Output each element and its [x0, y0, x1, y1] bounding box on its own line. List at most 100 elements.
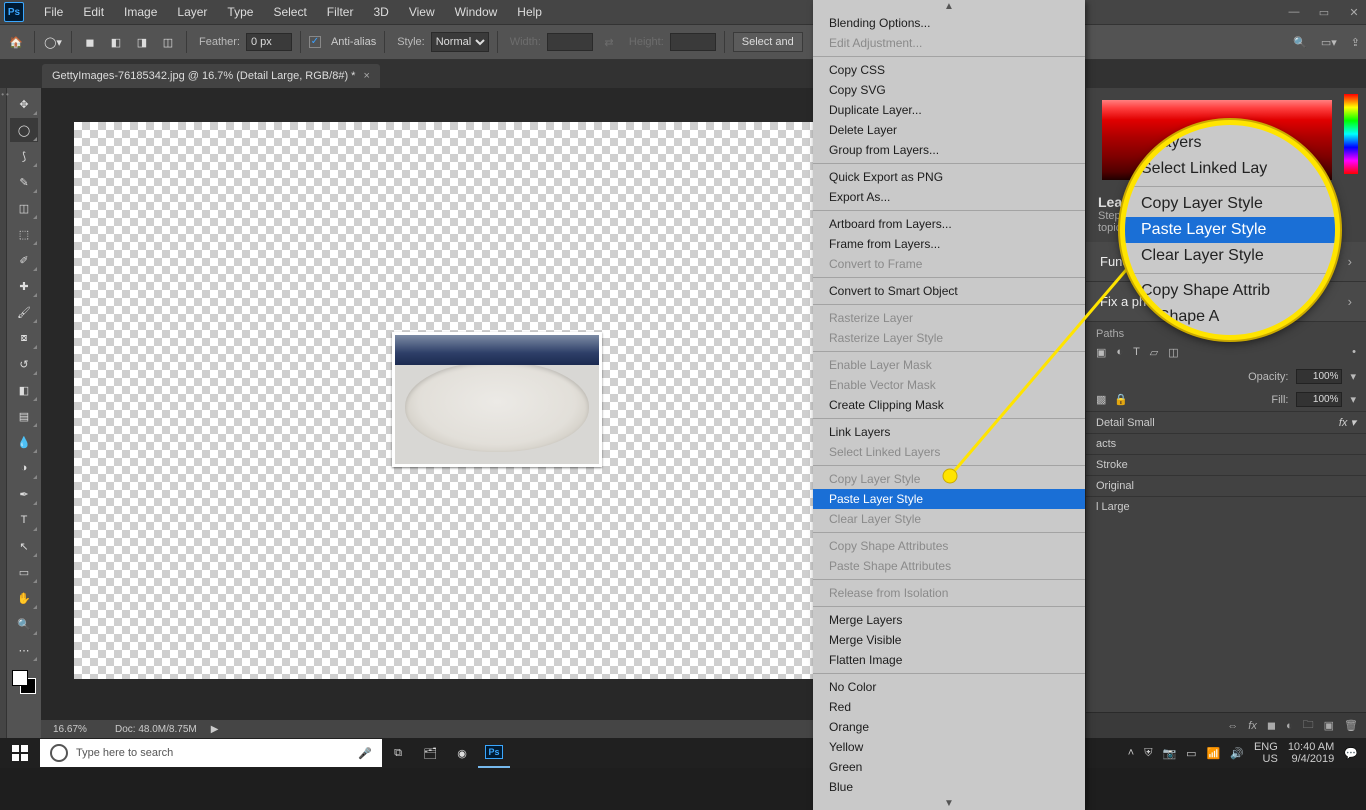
- tray-wifi-icon[interactable]: 📶: [1207, 747, 1221, 760]
- menu-select[interactable]: Select: [263, 1, 316, 23]
- layer-row[interactable]: Original: [1086, 475, 1366, 496]
- hand-tool[interactable]: ✋: [10, 586, 38, 610]
- zoom-level-input[interactable]: [53, 724, 101, 735]
- menu-window[interactable]: Window: [445, 1, 508, 23]
- pen-tool[interactable]: ✒: [10, 482, 38, 506]
- eyedropper-tool[interactable]: ✐: [10, 248, 38, 272]
- layer-row[interactable]: Stroke: [1086, 454, 1366, 475]
- new-layer-icon[interactable]: ▣: [1324, 719, 1334, 732]
- delete-layer-icon[interactable]: 🗑: [1344, 719, 1358, 732]
- close-tab-icon[interactable]: ×: [363, 70, 369, 82]
- status-arrow-icon[interactable]: ▶: [211, 724, 219, 735]
- filter-image-icon[interactable]: ▣: [1096, 346, 1106, 359]
- paths-tab[interactable]: Paths: [1096, 328, 1124, 340]
- close-button[interactable]: ✕: [1346, 6, 1362, 19]
- tray-camera-icon[interactable]: 📷: [1162, 747, 1176, 760]
- antialias-checkbox[interactable]: ✓: [309, 36, 321, 48]
- tray-chevron-icon[interactable]: ˄: [1128, 747, 1134, 759]
- tray-shield-icon[interactable]: ⛨: [1144, 747, 1152, 760]
- menu-edit[interactable]: Edit: [73, 1, 114, 23]
- marquee-shape-icon[interactable]: ◯▾: [43, 32, 63, 52]
- opacity-chevron-icon[interactable]: ▾: [1350, 370, 1356, 383]
- placed-image[interactable]: [392, 332, 602, 467]
- ctx-copy-svg[interactable]: Copy SVG: [813, 80, 1085, 100]
- zoom-tool[interactable]: 🔍: [10, 612, 38, 636]
- layer-mask-icon[interactable]: ◼: [1267, 719, 1276, 732]
- select-and-mask-button[interactable]: Select and: [733, 32, 803, 52]
- menu-type[interactable]: Type: [217, 1, 263, 23]
- layer-row[interactable]: acts: [1086, 433, 1366, 454]
- path-select-tool[interactable]: ↖: [10, 534, 38, 558]
- ctx-flatten-image[interactable]: Flatten Image: [813, 650, 1085, 670]
- menu-image[interactable]: Image: [114, 1, 167, 23]
- left-dock-handle[interactable]: ••: [0, 88, 7, 738]
- filter-adjust-icon[interactable]: ◐: [1116, 346, 1123, 359]
- rectangle-tool[interactable]: ▭: [10, 560, 38, 584]
- filter-toggle-icon[interactable]: •: [1352, 346, 1356, 359]
- chrome-button[interactable]: ◉: [446, 738, 478, 768]
- lasso-tool[interactable]: ⟆: [10, 144, 38, 168]
- ctx-frame-from-layers[interactable]: Frame from Layers...: [813, 234, 1085, 254]
- maximize-button[interactable]: ▭: [1316, 6, 1332, 19]
- ctx-copy-css[interactable]: Copy CSS: [813, 60, 1085, 80]
- layer-row[interactable]: l Large: [1086, 496, 1366, 517]
- task-view-button[interactable]: ⧉: [382, 738, 414, 768]
- notifications-icon[interactable]: 💬: [1344, 747, 1358, 760]
- style-select[interactable]: Normal: [431, 32, 489, 52]
- adjustment-layer-icon[interactable]: ◐: [1286, 720, 1293, 732]
- menu-help[interactable]: Help: [507, 1, 552, 23]
- ctx-no-color[interactable]: No Color: [813, 677, 1085, 697]
- photoshop-taskbar-button[interactable]: Ps: [478, 738, 510, 768]
- ctx-merge-layers[interactable]: Merge Layers: [813, 610, 1085, 630]
- ctx-duplicate-layer[interactable]: Duplicate Layer...: [813, 100, 1085, 120]
- share-icon[interactable]: ⇪: [1351, 36, 1360, 49]
- layer-context-menu[interactable]: ▲ Blending Options...Edit Adjustment...C…: [813, 0, 1085, 810]
- healing-brush-tool[interactable]: ✚: [10, 274, 38, 298]
- ctx-create-clipping-mask[interactable]: Create Clipping Mask: [813, 395, 1085, 415]
- mic-icon[interactable]: 🎤: [358, 747, 372, 760]
- filter-shape-icon[interactable]: ▱: [1150, 346, 1158, 359]
- ctx-export-as[interactable]: Export As...: [813, 187, 1085, 207]
- fill-chevron-icon[interactable]: ▾: [1350, 393, 1356, 406]
- menu-file[interactable]: File: [34, 1, 73, 23]
- start-button[interactable]: [0, 738, 40, 768]
- tray-lang[interactable]: ENGUS: [1254, 741, 1278, 765]
- layer-fx-icon[interactable]: fx: [1248, 720, 1257, 732]
- document-tab[interactable]: GettyImages-76185342.jpg @ 16.7% (Detail…: [42, 64, 380, 88]
- ctx-artboard-from-layers[interactable]: Artboard from Layers...: [813, 214, 1085, 234]
- filter-smart-icon[interactable]: ◫: [1168, 346, 1178, 359]
- tray-volume-icon[interactable]: 🔊: [1230, 747, 1244, 760]
- menu-filter[interactable]: Filter: [317, 1, 364, 23]
- hue-strip[interactable]: [1344, 94, 1358, 174]
- ctx-blending-options[interactable]: Blending Options...: [813, 13, 1085, 33]
- search-icon[interactable]: 🔍: [1293, 36, 1307, 49]
- ctx-convert-to-smart-object[interactable]: Convert to Smart Object: [813, 281, 1085, 301]
- fill-input[interactable]: [1296, 392, 1342, 407]
- taskbar-search[interactable]: Type here to search 🎤: [40, 739, 382, 767]
- scroll-up-arrow-icon[interactable]: ▲: [813, 0, 1085, 13]
- history-brush-tool[interactable]: ↺: [10, 352, 38, 376]
- home-icon[interactable]: 🏠: [6, 32, 26, 52]
- selection-intersect-icon[interactable]: ◫: [158, 32, 178, 52]
- workspace-icon[interactable]: ▭▾: [1321, 36, 1337, 49]
- tray-clock[interactable]: 10:40 AM9/4/2019: [1288, 741, 1334, 765]
- ctx-green[interactable]: Green: [813, 757, 1085, 777]
- filter-type-icon[interactable]: T: [1133, 346, 1140, 359]
- selection-subtract-icon[interactable]: ◨: [132, 32, 152, 52]
- document-canvas[interactable]: [74, 122, 816, 679]
- dodge-tool[interactable]: ◑: [10, 456, 38, 480]
- clone-stamp-tool[interactable]: ⧇: [10, 326, 38, 350]
- menu-view[interactable]: View: [399, 1, 445, 23]
- lock-trans-icon[interactable]: ▩: [1096, 393, 1106, 406]
- ctx-link-layers[interactable]: Link Layers: [813, 422, 1085, 442]
- ctx-blue[interactable]: Blue: [813, 777, 1085, 797]
- lock-all-icon[interactable]: 🔒: [1114, 393, 1128, 406]
- selection-new-icon[interactable]: ◼: [80, 32, 100, 52]
- move-tool[interactable]: ✥: [10, 92, 38, 116]
- marquee-ellipse-tool[interactable]: ◯: [10, 118, 38, 142]
- ctx-yellow[interactable]: Yellow: [813, 737, 1085, 757]
- frame-tool[interactable]: ⬚: [10, 222, 38, 246]
- opacity-input[interactable]: [1296, 369, 1342, 384]
- gradient-tool[interactable]: ▤: [10, 404, 38, 428]
- ctx-orange[interactable]: Orange: [813, 717, 1085, 737]
